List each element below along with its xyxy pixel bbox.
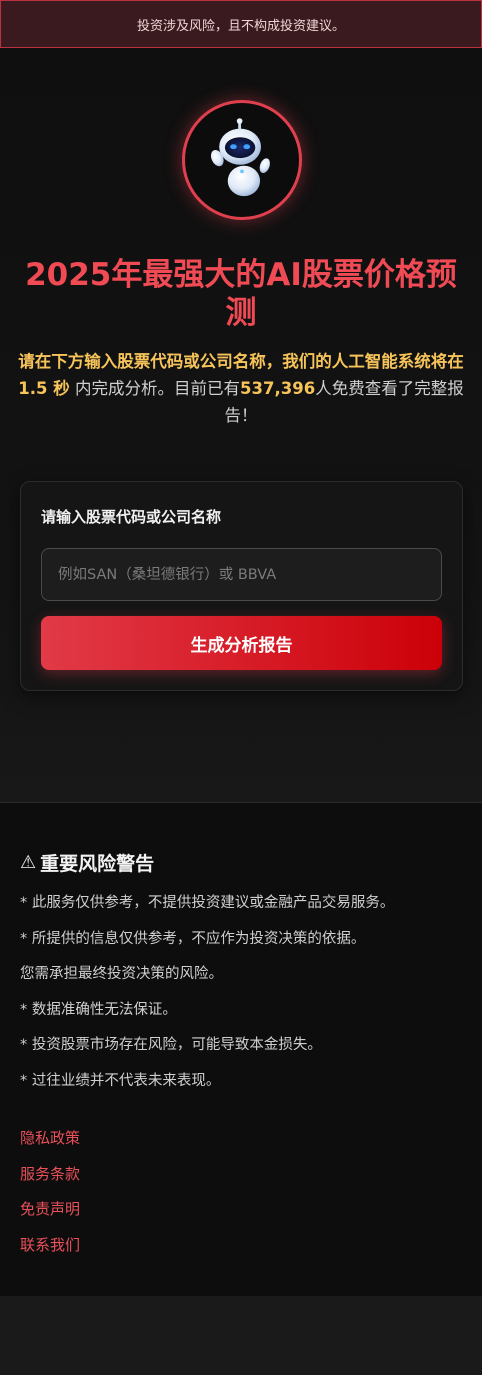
risk-warning-title: 重要风险警告 xyxy=(40,853,155,875)
hero-section: 2025年最强大的AI股票价格预测 请在下方输入股票代码或公司名称，我们的人工智… xyxy=(0,48,482,802)
risk-warning-item: * 数据准确性无法保证。 xyxy=(20,1001,177,1018)
generate-report-button[interactable]: 生成分析报告 xyxy=(41,616,442,670)
stock-search-input[interactable] xyxy=(41,548,442,601)
privacy-policy-link[interactable]: 隐私政策 xyxy=(20,1127,80,1163)
terms-of-service-link[interactable]: 服务条款 xyxy=(20,1163,80,1199)
robot-icon xyxy=(210,118,270,197)
warning-icon: ⚠ xyxy=(20,852,37,873)
risk-warning-item: * 过往业绩并不代表未来表现。 xyxy=(20,1072,221,1089)
page-title: 2025年最强大的AI股票价格预测 xyxy=(25,257,457,331)
disclaimer-link[interactable]: 免责声明 xyxy=(20,1198,80,1234)
subtitle-text: 内完成分析。目前已有 xyxy=(69,379,241,398)
risk-warning-item: 您需承担最终投资决策的风险。 xyxy=(20,966,223,982)
footer-links: 隐私政策 服务条款 免责声明 联系我们 xyxy=(20,1127,80,1270)
risk-warning-item: * 此服务仅供参考，不提供投资建议或金融产品交易服务。 xyxy=(20,895,395,911)
hero-subtitle: 请在下方输入股票代码或公司名称，我们的人工智能系统将在1.5 秒 内完成分析。目… xyxy=(16,348,466,429)
risk-warning-item: * 投资股票市场存在风险，可能导致本金损失。 xyxy=(20,1037,322,1053)
risk-warning-heading: ⚠ 重要风险警告 xyxy=(20,849,154,876)
risk-banner-text: 投资涉及风险，且不构成投资建议。 xyxy=(136,18,345,34)
robot-avatar xyxy=(182,100,302,220)
viewer-count: 537,396 xyxy=(240,379,316,398)
risk-warning-item: * 所提供的信息仅供参考，不应作为投资决策的依据。 xyxy=(20,930,366,947)
contact-us-link[interactable]: 联系我们 xyxy=(20,1234,80,1270)
risk-warning-footer: ⚠ 重要风险警告 * 此服务仅供参考，不提供投资建议或金融产品交易服务。 * 所… xyxy=(0,802,482,1296)
stock-input-label: 请输入股票代码或公司名称 xyxy=(41,508,222,526)
risk-warning-list: * 此服务仅供参考，不提供投资建议或金融产品交易服务。 * 所提供的信息仅供参考… xyxy=(20,893,462,1106)
risk-banner: 投资涉及风险，且不构成投资建议。 xyxy=(0,0,482,48)
stock-form-card: 请输入股票代码或公司名称 生成分析报告 xyxy=(20,481,463,691)
